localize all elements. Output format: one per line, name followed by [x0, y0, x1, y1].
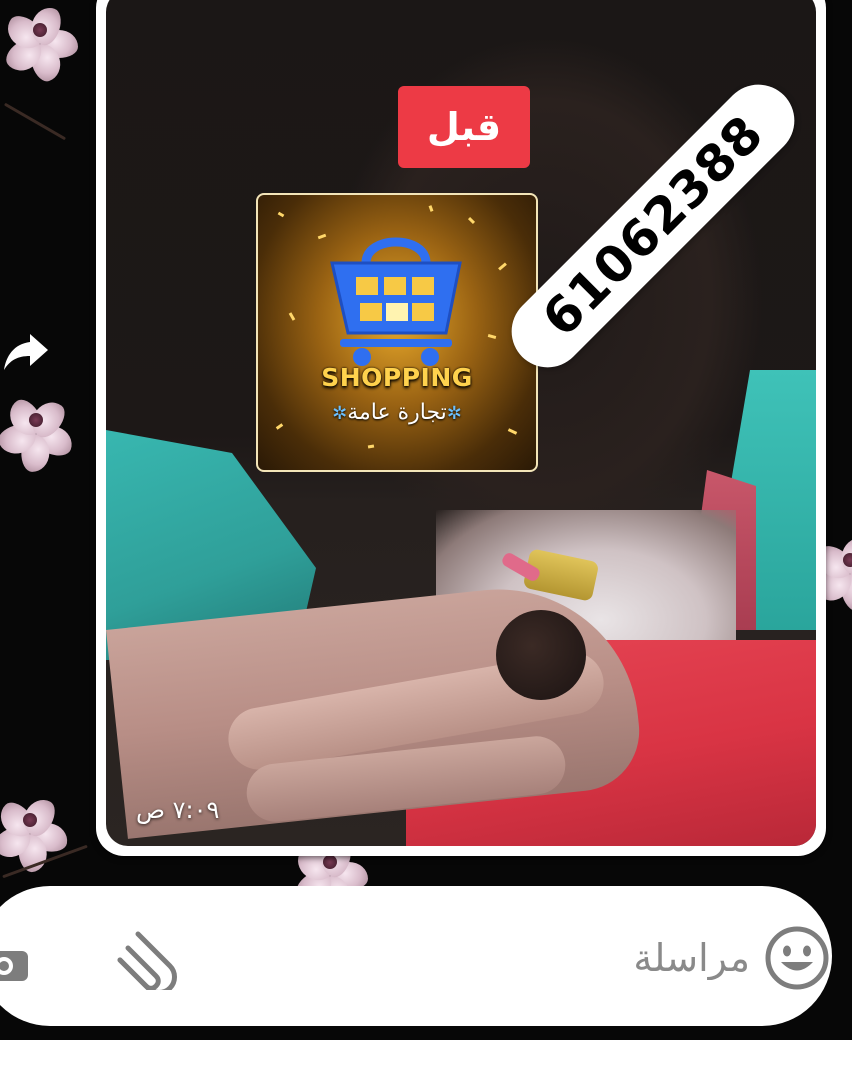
camera-icon [0, 951, 28, 981]
logo-subtitle-text: تجارة عامة [347, 400, 447, 425]
logo-brand-text: SHOPPING [321, 363, 473, 392]
emoji-icon [765, 926, 829, 990]
bottom-bar [0, 1040, 852, 1080]
sparkle-icon: ✲ [446, 403, 462, 424]
message-input[interactable] [300, 925, 750, 991]
before-label: قبل [398, 86, 530, 168]
attach-button[interactable] [108, 930, 178, 995]
emoji-button[interactable] [764, 925, 830, 995]
shopping-logo: SHOPPING ✲تجارة عامة✲ [256, 193, 538, 472]
logo-subtitle: ✲تجارة عامة✲ [258, 400, 536, 425]
camera-button[interactable] [0, 945, 34, 989]
sparkle-icon: ✲ [332, 403, 348, 424]
shopping-basket-icon [330, 237, 462, 366]
forward-icon [4, 334, 48, 370]
paperclip-icon [117, 931, 177, 995]
message-timestamp: ٧:٠٩ ص [136, 796, 220, 824]
forward-button[interactable] [0, 320, 52, 384]
